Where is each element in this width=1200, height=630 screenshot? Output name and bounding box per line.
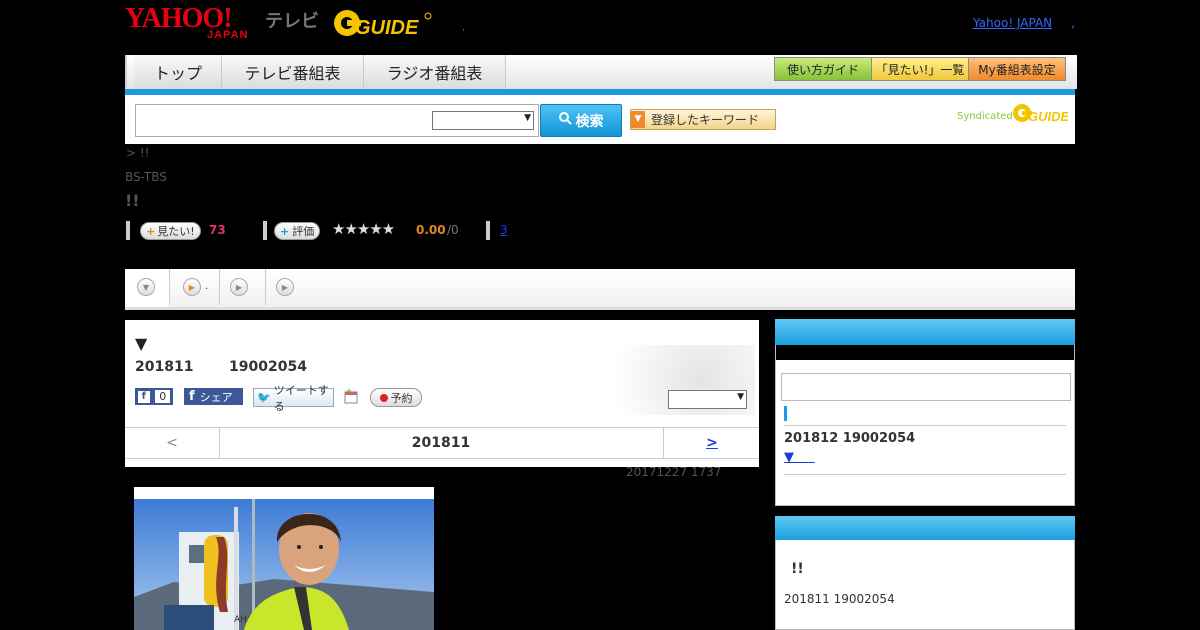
plus-icon: + bbox=[146, 224, 156, 238]
gguide-logo[interactable]: GUIDE bbox=[333, 5, 433, 41]
play-icon: ▶ bbox=[230, 278, 248, 296]
syndicated-label: Syndicated bbox=[957, 111, 1013, 122]
yahoo-japan-logo[interactable]: YAHOO! JAPAN bbox=[125, 5, 261, 42]
svg-text:GUIDE: GUIDE bbox=[1028, 109, 1068, 124]
search-button[interactable]: 検索 bbox=[540, 104, 622, 137]
tab-2[interactable]: ▶ . bbox=[170, 269, 219, 307]
next-broadcast-link-label: ▼ bbox=[784, 450, 794, 465]
svg-text:+: + bbox=[346, 388, 352, 395]
search-category-select[interactable]: ▼ bbox=[432, 111, 534, 130]
tv-logo[interactable]: テレビ bbox=[265, 7, 319, 33]
svg-text:GUIDE: GUIDE bbox=[355, 17, 419, 39]
divider bbox=[486, 221, 490, 240]
want-list-button[interactable]: 「見たい!」一覧 bbox=[871, 57, 969, 81]
yahoo-logo-subtext: JAPAN bbox=[207, 29, 249, 41]
facebook-icon: f bbox=[137, 390, 150, 403]
facebook-icon: f bbox=[189, 389, 195, 404]
tweet-button[interactable]: 🐦 ツイートする bbox=[253, 384, 334, 413]
want-button[interactable]: + 見たい! bbox=[140, 222, 201, 240]
global-nav: トップ テレビ番組表 ラジオ番組表 使い方ガイド 「見たい!」一覧 My番組表設… bbox=[125, 55, 1077, 89]
next-broadcast-link[interactable]: ▼ bbox=[784, 450, 815, 465]
section-marker bbox=[784, 406, 787, 421]
program-photo-image: AHA bbox=[134, 487, 434, 630]
want-label: 見たい! bbox=[157, 225, 195, 238]
review-count-link[interactable]: 3 bbox=[500, 223, 508, 237]
divider bbox=[784, 474, 1066, 475]
saved-keyword-button[interactable]: ▼ 登録したキーワード bbox=[630, 109, 776, 130]
search-button-label: 検索 bbox=[575, 113, 604, 130]
record-icon bbox=[379, 393, 388, 402]
program-photo: AHA bbox=[134, 487, 434, 630]
facebook-like-button[interactable]: f 0 bbox=[135, 388, 173, 405]
dropdown-arrow-icon: ▼ bbox=[631, 111, 645, 128]
tab-tv-schedule[interactable]: テレビ番組表 bbox=[222, 55, 364, 89]
play-icon: ▶ bbox=[183, 278, 201, 296]
divider bbox=[126, 221, 130, 240]
plus-icon: + bbox=[280, 224, 290, 238]
facebook-share-button[interactable]: f シェア bbox=[184, 388, 243, 405]
chevron-down-icon: ▼ bbox=[524, 113, 531, 123]
tab-top[interactable]: トップ bbox=[135, 55, 222, 89]
device-select[interactable]: ▼ bbox=[668, 390, 747, 409]
tweet-label: ツイートする bbox=[273, 383, 329, 413]
rating-total: /0 bbox=[447, 223, 459, 237]
play-icon: ▶ bbox=[276, 278, 294, 296]
pager-current: 201811 bbox=[411, 435, 471, 451]
rate-button[interactable]: + 評価 bbox=[274, 222, 321, 240]
header-separator: , bbox=[1071, 16, 1075, 30]
next-broadcast-date: 201812 19002054 bbox=[784, 431, 916, 446]
twitter-icon: 🐦 bbox=[257, 391, 271, 404]
my-schedule-settings-button[interactable]: My番組表設定 bbox=[968, 57, 1066, 81]
breadcrumb[interactable]: > !! bbox=[126, 146, 150, 160]
channel-name: BS-TBS bbox=[125, 170, 167, 184]
tab-2-label: . bbox=[205, 281, 209, 292]
divider bbox=[263, 221, 267, 240]
calendar-add-icon[interactable]: + bbox=[344, 387, 358, 404]
reserve-label: 予約 bbox=[390, 391, 413, 405]
updated-timestamp: 20171227 1737 bbox=[626, 465, 722, 479]
reserve-button[interactable]: 予約 bbox=[370, 388, 422, 407]
section-arrow-icon: ▼ bbox=[135, 334, 148, 353]
program-title: !! bbox=[125, 191, 140, 210]
broadcast-date: 201811 bbox=[135, 359, 194, 375]
header-separator: , bbox=[462, 22, 466, 33]
divider bbox=[784, 425, 1066, 426]
sidebar-field bbox=[781, 373, 1071, 401]
sidebar-program-title: !! bbox=[791, 561, 804, 577]
chevron-down-icon: ▼ bbox=[737, 392, 744, 402]
yahoo-japan-link[interactable]: Yahoo! JAPAN bbox=[973, 16, 1052, 30]
chevron-down-icon: ▼ bbox=[137, 278, 155, 296]
gguide-small-logo: GUIDE bbox=[1012, 101, 1070, 129]
tab-3[interactable]: ▶ bbox=[220, 269, 265, 307]
broadcast-time: 19002054 bbox=[229, 359, 307, 375]
like-count: 0 bbox=[155, 390, 171, 403]
share-label: シェア bbox=[199, 390, 233, 404]
tab-active[interactable]: ▼ bbox=[125, 269, 169, 307]
rating-stars: ★★★★★ bbox=[332, 220, 395, 238]
saved-keyword-label: 登録したキーワード bbox=[651, 113, 760, 127]
pager-prev-button[interactable]: < bbox=[125, 428, 220, 458]
rate-label: 評価 bbox=[292, 225, 315, 238]
sidebar-program-date: 201811 19002054 bbox=[784, 592, 895, 606]
pager-next-button[interactable]: > bbox=[663, 428, 760, 458]
want-count: 73 bbox=[209, 223, 226, 237]
rating-value: 0.00 bbox=[416, 223, 446, 237]
gguide-logo-graphic: GUIDE bbox=[334, 10, 432, 39]
usage-guide-button[interactable]: 使い方ガイド bbox=[774, 57, 872, 81]
tab-radio-schedule[interactable]: ラジオ番組表 bbox=[364, 55, 506, 89]
search-icon bbox=[558, 112, 572, 129]
sidebar-box-header bbox=[775, 516, 1075, 540]
tab-4[interactable]: ▶ bbox=[266, 269, 311, 307]
sidebar-box-header bbox=[775, 319, 1075, 345]
sidebar-box-subheader bbox=[776, 345, 1074, 360]
program-tab-strip: ▼ ▶ . ▶ ▶ bbox=[125, 269, 1075, 310]
